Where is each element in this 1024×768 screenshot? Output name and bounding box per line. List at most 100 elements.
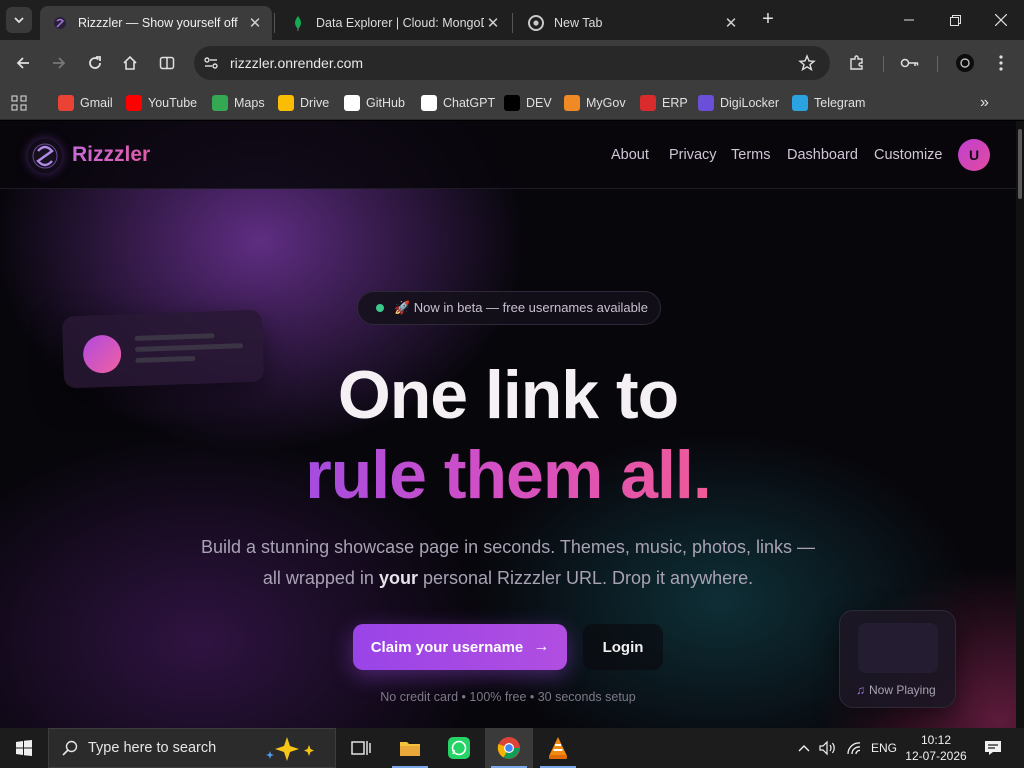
bookmark-telegram[interactable]: Telegram xyxy=(792,93,865,113)
bookmark-label: Gmail xyxy=(80,96,113,110)
reload-button[interactable] xyxy=(83,51,107,75)
bookmark-drive[interactable]: Drive xyxy=(278,93,329,113)
profile-icon xyxy=(956,54,974,72)
bookmark-mygov[interactable]: MyGov xyxy=(564,93,626,113)
tab-rizzzler[interactable]: Rizzzler — Show yourself off ✕ xyxy=(40,6,272,40)
reload-icon xyxy=(89,56,101,69)
apps-button[interactable] xyxy=(11,93,27,113)
clock[interactable]: 10:12 12-07-2026 xyxy=(900,732,972,764)
bookmark-dev[interactable]: DEV xyxy=(504,93,552,113)
nav-about[interactable]: About xyxy=(611,147,649,163)
user-avatar[interactable]: U xyxy=(958,139,990,171)
browser-window: Rizzzler — Show yourself off ✕ Data Expl… xyxy=(0,0,1024,768)
brand-name[interactable]: Rizzzler xyxy=(72,143,150,167)
browser-toolbar: rizzzler.onrender.com xyxy=(0,40,1024,86)
subtitle-text: personal Rizzzler URL. Drop it anywhere. xyxy=(417,568,754,588)
telegram-icon xyxy=(792,95,808,111)
bookmark-digilocker[interactable]: DigiLocker xyxy=(698,93,779,113)
nav-terms[interactable]: Terms xyxy=(731,147,770,163)
tab-search-button[interactable] xyxy=(6,7,32,33)
bookmark-label: GitHub xyxy=(366,96,405,110)
volume-button[interactable] xyxy=(816,728,840,768)
clock-date: 12-07-2026 xyxy=(905,749,967,763)
album-art xyxy=(858,623,938,673)
network-button[interactable] xyxy=(842,728,866,768)
nav-privacy[interactable]: Privacy xyxy=(669,147,717,163)
bookmark-chatgpt[interactable]: ChatGPT xyxy=(421,93,495,113)
taskbar-whatsapp[interactable] xyxy=(435,728,483,768)
forward-button[interactable] xyxy=(47,51,71,75)
folder-icon xyxy=(400,742,420,756)
profile-button[interactable] xyxy=(953,51,977,75)
rizzzler-logo-icon[interactable] xyxy=(28,139,62,173)
puzzle-icon xyxy=(850,55,863,70)
new-tab-button[interactable]: + xyxy=(758,9,778,30)
windows-taskbar: Type here to search ENG 10:12 12-07-2026 xyxy=(0,728,1024,768)
minimize-button[interactable] xyxy=(886,0,932,40)
chevron-down-icon xyxy=(14,17,24,24)
tab-new-tab[interactable]: New Tab ✕ xyxy=(516,6,748,40)
language-indicator[interactable]: ENG xyxy=(871,728,897,768)
bookmark-maps[interactable]: Maps xyxy=(212,93,265,113)
bookmark-label: DEV xyxy=(526,96,552,110)
bookmarks-bar: » Gmail YouTube Maps Drive GitHub ChatGPT DEV M… xyxy=(0,86,1024,120)
close-icon[interactable]: ✕ xyxy=(246,14,264,32)
bookmark-label: YouTube xyxy=(148,96,198,110)
url-text[interactable]: rizzzler.onrender.com xyxy=(230,55,363,71)
home-icon xyxy=(123,55,137,70)
tab-mongodb[interactable]: Data Explorer | Cloud: MongoDB ✕ xyxy=(278,6,510,40)
close-window-button[interactable] xyxy=(978,0,1024,40)
side-panel-icon xyxy=(159,56,175,70)
site-info-icon[interactable] xyxy=(203,55,219,71)
menu-button[interactable] xyxy=(989,51,1013,75)
show-hidden-icons-button[interactable] xyxy=(792,728,816,768)
bookmark-erp[interactable]: ERP xyxy=(640,93,688,113)
site-navbar: Rizzzler About Privacy Terms Dashboard C… xyxy=(0,121,1016,189)
claim-username-button[interactable]: Claim your username → xyxy=(353,624,567,670)
wifi-icon xyxy=(847,742,861,755)
extensions-button[interactable] xyxy=(845,51,869,75)
nav-customize[interactable]: Customize xyxy=(874,147,943,163)
key-icon xyxy=(900,58,919,68)
chevron-up-icon xyxy=(798,745,810,752)
hero-subtitle-line-2: all wrapped in your personal Rizzzler UR… xyxy=(0,568,1016,589)
nav-dashboard[interactable]: Dashboard xyxy=(787,147,858,163)
restore-button[interactable] xyxy=(932,0,978,40)
notification-icon xyxy=(985,741,1001,755)
now-playing-widget[interactable]: ♫ Now Playing xyxy=(839,610,956,708)
home-button[interactable] xyxy=(118,51,142,75)
music-note-icon: ♫ xyxy=(856,683,865,697)
taskbar-vlc[interactable] xyxy=(534,728,582,768)
close-icon[interactable]: ✕ xyxy=(484,14,502,32)
taskbar-chrome[interactable] xyxy=(485,728,533,768)
passwords-button[interactable] xyxy=(898,51,922,75)
task-view-button[interactable] xyxy=(337,728,385,768)
close-icon[interactable]: ✕ xyxy=(722,14,740,32)
bookmark-youtube[interactable]: YouTube xyxy=(126,93,197,113)
bookmark-gmail[interactable]: Gmail xyxy=(58,93,113,113)
beta-badge: 🚀 Now in beta — free usernames available xyxy=(357,291,661,325)
taskbar-file-explorer[interactable] xyxy=(386,728,434,768)
status-dot xyxy=(376,304,384,312)
back-button[interactable] xyxy=(11,51,35,75)
start-button[interactable] xyxy=(0,728,48,768)
taskbar-search-box[interactable]: Type here to search xyxy=(48,728,336,768)
bookmark-label: DigiLocker xyxy=(720,96,780,110)
decorative-line xyxy=(134,343,244,352)
star-icon[interactable] xyxy=(798,54,816,72)
drive-icon xyxy=(278,95,294,111)
page-scrollbar[interactable] xyxy=(1016,121,1024,728)
bookmarks-overflow-button[interactable]: » xyxy=(980,93,989,113)
login-button[interactable]: Login xyxy=(583,624,663,670)
bookmark-github[interactable]: GitHub xyxy=(344,93,405,113)
notifications-button[interactable] xyxy=(978,728,1008,768)
windows-logo-icon xyxy=(16,740,32,756)
scrollbar-thumb[interactable] xyxy=(1018,129,1022,199)
side-panel-button[interactable] xyxy=(155,51,179,75)
address-bar[interactable]: rizzzler.onrender.com xyxy=(194,46,830,80)
hero-headline-gradient-text: rule them all. xyxy=(305,437,711,513)
mongodb-leaf-icon xyxy=(290,15,306,31)
apps-grid-icon xyxy=(11,95,27,111)
gmail-icon xyxy=(58,95,74,111)
tab-separator xyxy=(274,13,275,33)
